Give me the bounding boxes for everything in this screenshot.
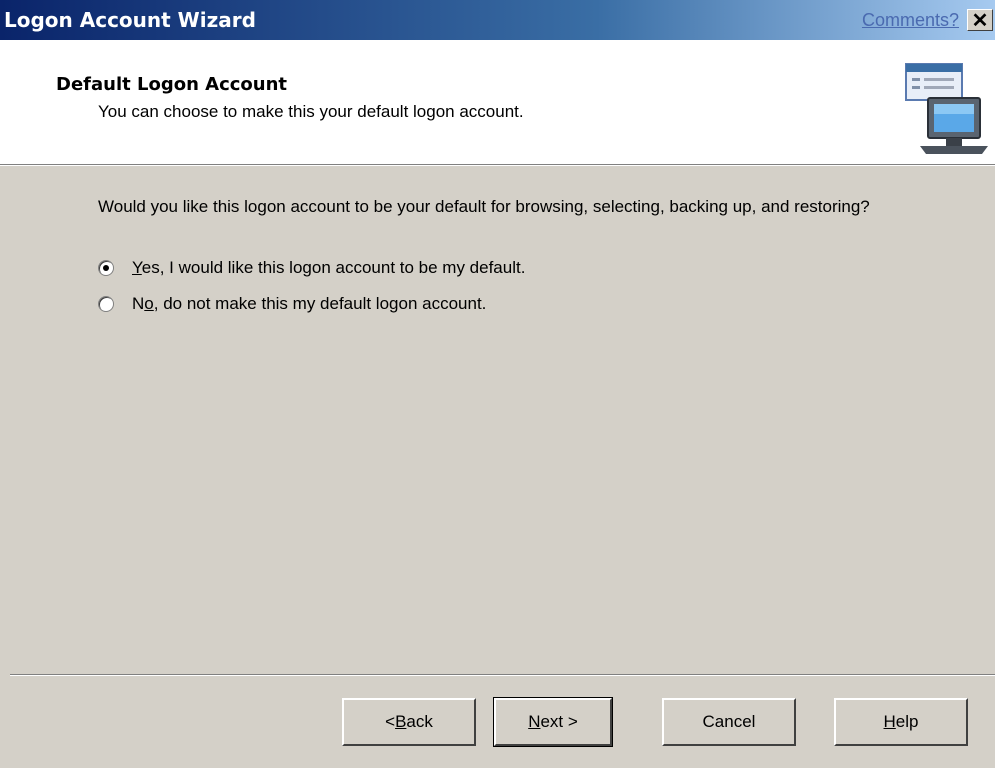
- title-bar[interactable]: Logon Account Wizard Comments? ✕: [0, 0, 995, 40]
- question-text: Would you like this logon account to be …: [98, 197, 870, 216]
- back-button[interactable]: < Back: [342, 698, 476, 746]
- page-subheading: You can choose to make this your default…: [98, 102, 524, 121]
- radio-yes[interactable]: [98, 260, 114, 276]
- option-yes[interactable]: Yes, I would like this logon account to …: [98, 258, 525, 278]
- window-title: Logon Account Wizard: [4, 8, 256, 32]
- footer-separator: [10, 674, 995, 676]
- page-heading: Default Logon Account: [56, 74, 288, 95]
- next-button[interactable]: Next >: [493, 697, 613, 747]
- help-button[interactable]: Help: [834, 698, 968, 746]
- computer-settings-icon: [905, 63, 988, 154]
- option-no[interactable]: No, do not make this my default logon ac…: [98, 294, 486, 314]
- wizard-header: Default Logon Account You can choose to …: [0, 40, 995, 165]
- option-yes-label: Yes, I would like this logon account to …: [132, 258, 526, 277]
- option-no-label: No, do not make this my default logon ac…: [132, 294, 487, 313]
- close-icon: ✕: [971, 9, 989, 32]
- header-divider: [0, 165, 995, 166]
- wizard-window: Logon Account Wizard Comments? ✕ Default…: [0, 0, 995, 768]
- cancel-button[interactable]: Cancel: [662, 698, 796, 746]
- close-button[interactable]: ✕: [967, 9, 993, 32]
- radio-no[interactable]: [98, 296, 114, 312]
- comments-link[interactable]: Comments?: [862, 0, 959, 40]
